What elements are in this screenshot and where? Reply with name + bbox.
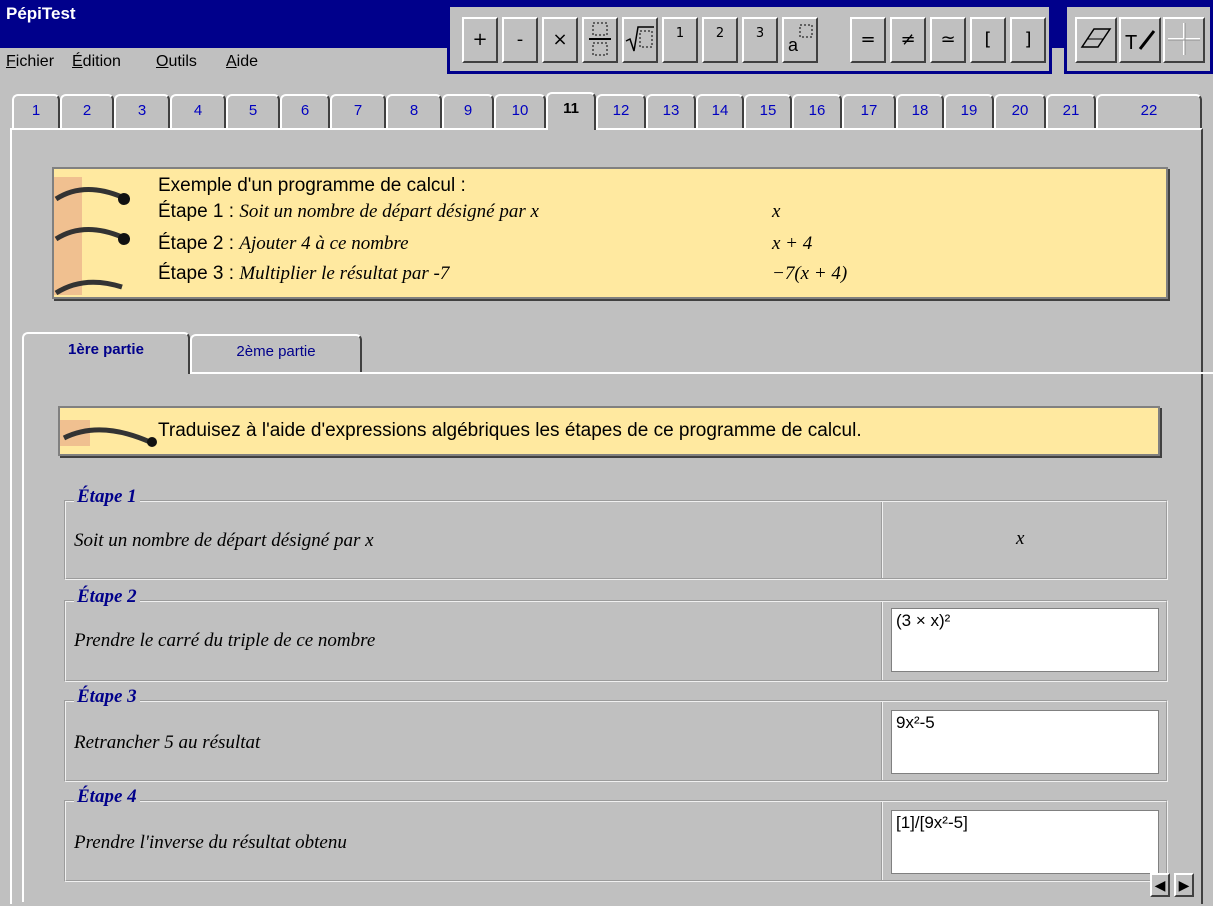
cross-icon xyxy=(1168,23,1200,55)
tab-8[interactable]: 8 xyxy=(386,94,442,128)
tab-2[interactable]: 2 xyxy=(60,94,114,128)
edit-toolbar: T xyxy=(1064,4,1213,74)
tab-11[interactable]: 11 xyxy=(546,92,596,130)
notebook-spiral-icon xyxy=(60,420,157,447)
notebook-spiral-icon xyxy=(54,177,130,217)
example-step-2: Étape 2 : Ajouter 4 à ce nombre xyxy=(158,233,409,254)
example-expr-3: −7(x + 4) xyxy=(772,263,848,284)
tab-part-1[interactable]: 1ère partie xyxy=(22,332,190,374)
not-equal-button[interactable]: ≠ xyxy=(890,17,926,63)
tab-6[interactable]: 6 xyxy=(280,94,330,128)
tab-part-2[interactable]: 2ème partie xyxy=(190,334,362,372)
arrow-right-icon: ▶ xyxy=(1178,877,1190,893)
example-expr-2: x + 4 xyxy=(772,233,813,254)
fraction-button[interactable] xyxy=(582,17,618,63)
app-title: PépiTest xyxy=(6,4,76,23)
tab-10[interactable]: 10 xyxy=(494,94,546,128)
step-description: Soit un nombre de départ désigné par x xyxy=(74,530,374,551)
tab-20[interactable]: 20 xyxy=(994,94,1046,128)
step-title: Étape 1 xyxy=(74,486,140,508)
answer-input[interactable]: (3 × x)² xyxy=(891,608,1159,672)
power-icon: a xyxy=(788,24,813,55)
step-description: Prendre le carré du triple de ce nombre xyxy=(74,630,376,651)
approx-button[interactable]: ≃ xyxy=(930,17,966,63)
text-pen-icon: T xyxy=(1125,30,1156,54)
notebook-spiral-icon xyxy=(54,217,130,257)
step-description: Prendre l'inverse du résultat obtenu xyxy=(74,832,347,853)
tab-15[interactable]: 15 xyxy=(744,94,792,128)
arrow-left-icon: ◀ xyxy=(1154,877,1166,893)
step-group-2: Étape 2 Prendre le carré du triple de ce… xyxy=(64,586,1168,682)
tab-18[interactable]: 18 xyxy=(896,94,944,128)
tab-5[interactable]: 5 xyxy=(226,94,280,128)
tab-19[interactable]: 19 xyxy=(944,94,994,128)
step-answer: x xyxy=(1016,528,1025,549)
eraser-icon xyxy=(1080,28,1112,48)
divider xyxy=(881,502,883,578)
step-group-4: Étape 4 Prendre l'inverse du résultat ob… xyxy=(64,786,1168,882)
step-group-1: Étape 1 Soit un nombre de départ désigné… xyxy=(64,486,1168,580)
part-tabs: 1ère partie 2ème partie xyxy=(22,332,1213,374)
fraction-icon xyxy=(589,22,611,56)
tab-14[interactable]: 14 xyxy=(696,94,744,128)
tab-3[interactable]: 3 xyxy=(114,94,170,128)
scroll-left-button[interactable]: ◀ xyxy=(1150,873,1170,897)
tab-22[interactable]: 22 xyxy=(1096,94,1202,128)
eraser-button[interactable] xyxy=(1075,17,1117,63)
equals-button[interactable]: = xyxy=(850,17,886,63)
scroll-right-button[interactable]: ▶ xyxy=(1174,873,1194,897)
step-title: Étape 3 xyxy=(74,686,140,708)
notebook-spiral-icon xyxy=(54,257,123,295)
times-button[interactable]: × xyxy=(542,17,578,63)
close-bracket-button[interactable]: ] xyxy=(1010,17,1046,63)
question-tabs: 1 2 3 4 5 6 7 8 9 10 11 12 13 14 15 16 1… xyxy=(10,92,1203,130)
tab-7[interactable]: 7 xyxy=(330,94,386,128)
text-pen-button[interactable]: T xyxy=(1119,17,1161,63)
step-description: Retrancher 5 au résultat xyxy=(74,732,261,753)
answer-input[interactable]: 9x²-5 xyxy=(891,710,1159,774)
step-group-3: Étape 3 Retrancher 5 au résultat 9x²-5 xyxy=(64,686,1168,782)
example-expr-1: x xyxy=(772,201,781,222)
tab-9[interactable]: 9 xyxy=(442,94,494,128)
example-note: Exemple d'un programme de calcul : Étape… xyxy=(52,167,1168,299)
example-step-1: Étape 1 : Soit un nombre de départ désig… xyxy=(158,201,539,222)
step-title: Étape 4 xyxy=(74,786,140,808)
sqrt-button[interactable] xyxy=(622,17,658,63)
tab-21[interactable]: 21 xyxy=(1046,94,1096,128)
menu-outils[interactable]: Outils xyxy=(156,53,197,71)
divider xyxy=(881,602,883,680)
tab-16[interactable]: 16 xyxy=(792,94,842,128)
crosshair-button[interactable] xyxy=(1163,17,1205,63)
example-intro: Exemple d'un programme de calcul : xyxy=(158,175,466,196)
menu-fichier[interactable]: Fichier xyxy=(6,53,54,71)
instruction-text: Traduisez à l'aide d'expressions algébri… xyxy=(158,420,862,441)
tab-17[interactable]: 17 xyxy=(842,94,896,128)
superscript-1-button[interactable]: 1 xyxy=(662,17,698,63)
instruction-note: Traduisez à l'aide d'expressions algébri… xyxy=(58,406,1160,456)
open-bracket-button[interactable]: [ xyxy=(970,17,1006,63)
example-step-3: Étape 3 : Multiplier le résultat par -7 xyxy=(158,263,450,284)
menu-aide[interactable]: Aide xyxy=(226,53,258,71)
divider xyxy=(881,702,883,780)
plus-button[interactable]: + xyxy=(462,17,498,63)
svg-text:a: a xyxy=(788,35,799,55)
superscript-2-button[interactable]: 2 xyxy=(702,17,738,63)
sqrt-icon xyxy=(625,26,654,52)
step-title: Étape 2 xyxy=(74,586,140,608)
tab-4[interactable]: 4 xyxy=(170,94,226,128)
superscript-3-button[interactable]: 3 xyxy=(742,17,778,63)
tab-12[interactable]: 12 xyxy=(596,94,646,128)
tab-13[interactable]: 13 xyxy=(646,94,696,128)
menu-bar: Fichier Édition Outils Aide xyxy=(0,48,447,78)
menu-edition[interactable]: Édition xyxy=(72,53,121,71)
math-toolbar: + - × 1 2 3 a = ≠ ≃ [ ] xyxy=(447,4,1052,74)
divider xyxy=(881,802,883,880)
minus-button[interactable]: - xyxy=(502,17,538,63)
answer-input[interactable]: [1]/[9x²-5] xyxy=(891,810,1159,874)
tab-1[interactable]: 1 xyxy=(12,94,60,128)
power-button[interactable]: a xyxy=(782,17,818,63)
svg-text:T: T xyxy=(1125,32,1137,54)
